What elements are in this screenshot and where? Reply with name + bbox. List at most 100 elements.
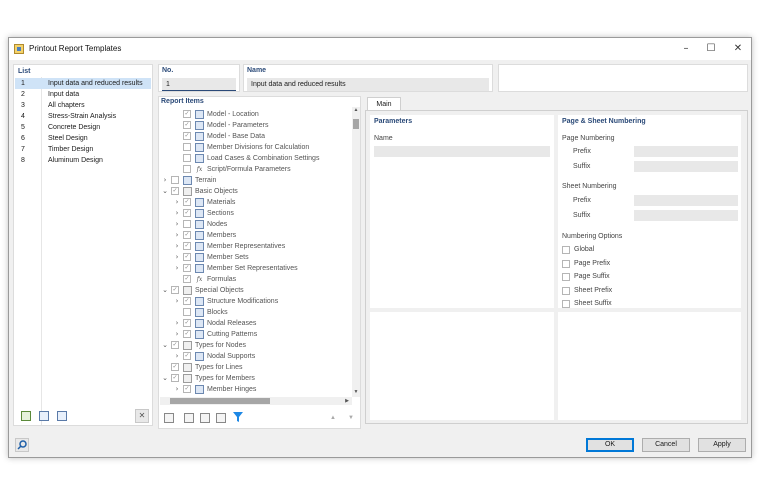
chevron-right-icon[interactable]: › [173,219,181,230]
new-template-button[interactable] [19,409,33,423]
tree-item[interactable]: › ✓ Materials [159,197,351,208]
numbering-option-checkbox[interactable] [562,273,570,281]
minimize-button[interactable]: – [675,41,697,57]
tree-item-checkbox[interactable]: ✓ [171,187,179,195]
sheet-prefix-field[interactable] [634,195,738,206]
tree-item[interactable]: › ✓ Nodal Releases [159,318,351,329]
tree-item-checkbox[interactable]: ✓ [171,363,179,371]
tree-item[interactable]: › ✓ Sections [159,208,351,219]
copy-template-button[interactable] [37,409,51,423]
list-item[interactable]: 4 Stress-Strain Analysis [15,111,151,122]
tree-item[interactable]: › ✓ Cutting Patterns [159,329,351,340]
chevron-right-icon[interactable]: › [173,318,181,329]
list-item[interactable]: 1 Input data and reduced results [15,78,151,89]
chevron-right-icon[interactable]: › [161,175,169,186]
tree-item[interactable]: ✓ Model - Location [159,109,351,120]
tree-item[interactable]: Load Cases & Combination Settings [159,153,351,164]
chevron-down-icon[interactable]: ⌄ [161,373,169,384]
close-button[interactable]: ✕ [727,41,749,57]
tree-item-checkbox[interactable] [183,154,191,162]
tree-vertical-scrollbar[interactable]: ▲ ▼ [352,107,360,397]
number-field[interactable]: 1 [162,78,236,91]
tree-item-checkbox[interactable]: ✓ [171,374,179,382]
numbering-option-checkbox[interactable] [562,246,570,254]
chevron-right-icon[interactable]: › [173,263,181,274]
page-prefix-field[interactable] [634,146,738,157]
page-suffix-field[interactable] [634,161,738,172]
numbering-option-checkbox[interactable] [562,286,570,295]
tree-item[interactable]: › Nodes [159,219,351,230]
tree-item-checkbox[interactable]: ✓ [183,110,191,118]
chevron-right-icon[interactable]: › [173,230,181,241]
tree-item[interactable]: ✓ Types for Lines [159,362,351,373]
tree-item-checkbox[interactable]: ✓ [171,286,179,294]
tree-item-checkbox[interactable]: ✓ [183,242,191,250]
import-template-button[interactable] [55,409,69,423]
list-item[interactable]: 6 Steel Design [15,133,151,144]
chevron-down-icon[interactable]: ⌄ [161,340,169,351]
tree-item-checkbox[interactable]: ✓ [183,352,191,360]
tree-item-checkbox[interactable] [183,143,191,151]
tree-item-checkbox[interactable] [183,165,191,173]
tree-item-checkbox[interactable]: ✓ [183,275,191,283]
chevron-right-icon[interactable]: › [173,329,181,340]
select-button[interactable] [214,411,228,425]
vertical-scroll-thumb[interactable] [353,119,359,129]
list-item[interactable]: 2 Input data [15,89,151,100]
chevron-right-icon[interactable]: › [173,241,181,252]
tree-item-checkbox[interactable]: ✓ [183,132,191,140]
tree-item[interactable]: fx Script/Formula Parameters [159,164,351,175]
help-button[interactable] [15,438,29,452]
tree-item[interactable]: › ✓ Member Hinges [159,384,351,395]
tree-item[interactable]: ⌄ ✓ Basic Objects [159,186,351,197]
tree-item[interactable]: Member Divisions for Calculation [159,142,351,153]
tree-item-checkbox[interactable] [171,176,179,184]
tree-item[interactable]: ⌄ ✓ Types for Nodes [159,340,351,351]
maximize-button[interactable]: ☐ [700,41,722,57]
tree-item[interactable]: Blocks [159,307,351,318]
scroll-right-arrow-icon[interactable]: ▶ [343,397,351,405]
list-item[interactable]: 7 Timber Design [15,144,151,155]
tree-item-checkbox[interactable] [183,220,191,228]
tree-item[interactable]: ✓ Model - Base Data [159,131,351,142]
tree-item[interactable]: › Terrain [159,175,351,186]
tree-item-checkbox[interactable]: ✓ [183,198,191,206]
tree-item[interactable]: › ✓ Member Representatives [159,241,351,252]
move-down-button[interactable]: ▼ [344,411,358,425]
chevron-right-icon[interactable]: › [173,351,181,362]
numbering-option-checkbox[interactable] [562,300,570,308]
list-item[interactable]: 5 Concrete Design [15,122,151,133]
tree-item-checkbox[interactable]: ✓ [171,341,179,349]
tree-item-checkbox[interactable]: ✓ [183,209,191,217]
tree-item[interactable]: › ✓ Members [159,230,351,241]
parameters-name-field[interactable] [374,146,550,157]
chevron-right-icon[interactable]: › [173,197,181,208]
chevron-right-icon[interactable]: › [173,252,181,263]
tree-item-checkbox[interactable]: ✓ [183,297,191,305]
name-field[interactable]: Input data and reduced results [247,78,489,91]
apply-button[interactable]: Apply [698,438,746,452]
tree-item-checkbox[interactable]: ✓ [183,319,191,327]
chevron-down-icon[interactable]: ⌄ [161,285,169,296]
tree-item-checkbox[interactable]: ✓ [183,231,191,239]
horizontal-scroll-thumb[interactable] [170,398,270,404]
tree-item[interactable]: › ✓ Structure Modifications [159,296,351,307]
tree-item-checkbox[interactable]: ✓ [183,253,191,261]
sheet-suffix-field[interactable] [634,210,738,221]
cancel-button[interactable]: Cancel [642,438,690,452]
scroll-down-arrow-icon[interactable]: ▼ [353,389,359,397]
tree-item-checkbox[interactable]: ✓ [183,330,191,338]
chevron-down-icon[interactable]: ⌄ [161,186,169,197]
uncheck-all-button[interactable] [198,411,212,425]
tab-main[interactable]: Main [367,97,401,111]
ok-button[interactable]: OK [586,438,634,452]
filter-button[interactable] [232,411,246,425]
numbering-option-checkbox[interactable] [562,259,570,268]
tree-item-checkbox[interactable]: ✓ [183,121,191,129]
tree-item[interactable]: › ✓ Member Set Representatives [159,263,351,274]
tree-item[interactable]: › ✓ Member Sets [159,252,351,263]
tree-item[interactable]: › ✓ Nodal Supports [159,351,351,362]
delete-template-button[interactable]: ✕ [135,409,149,423]
collapse-all-button[interactable] [162,411,176,425]
scroll-up-arrow-icon[interactable]: ▲ [353,107,359,115]
